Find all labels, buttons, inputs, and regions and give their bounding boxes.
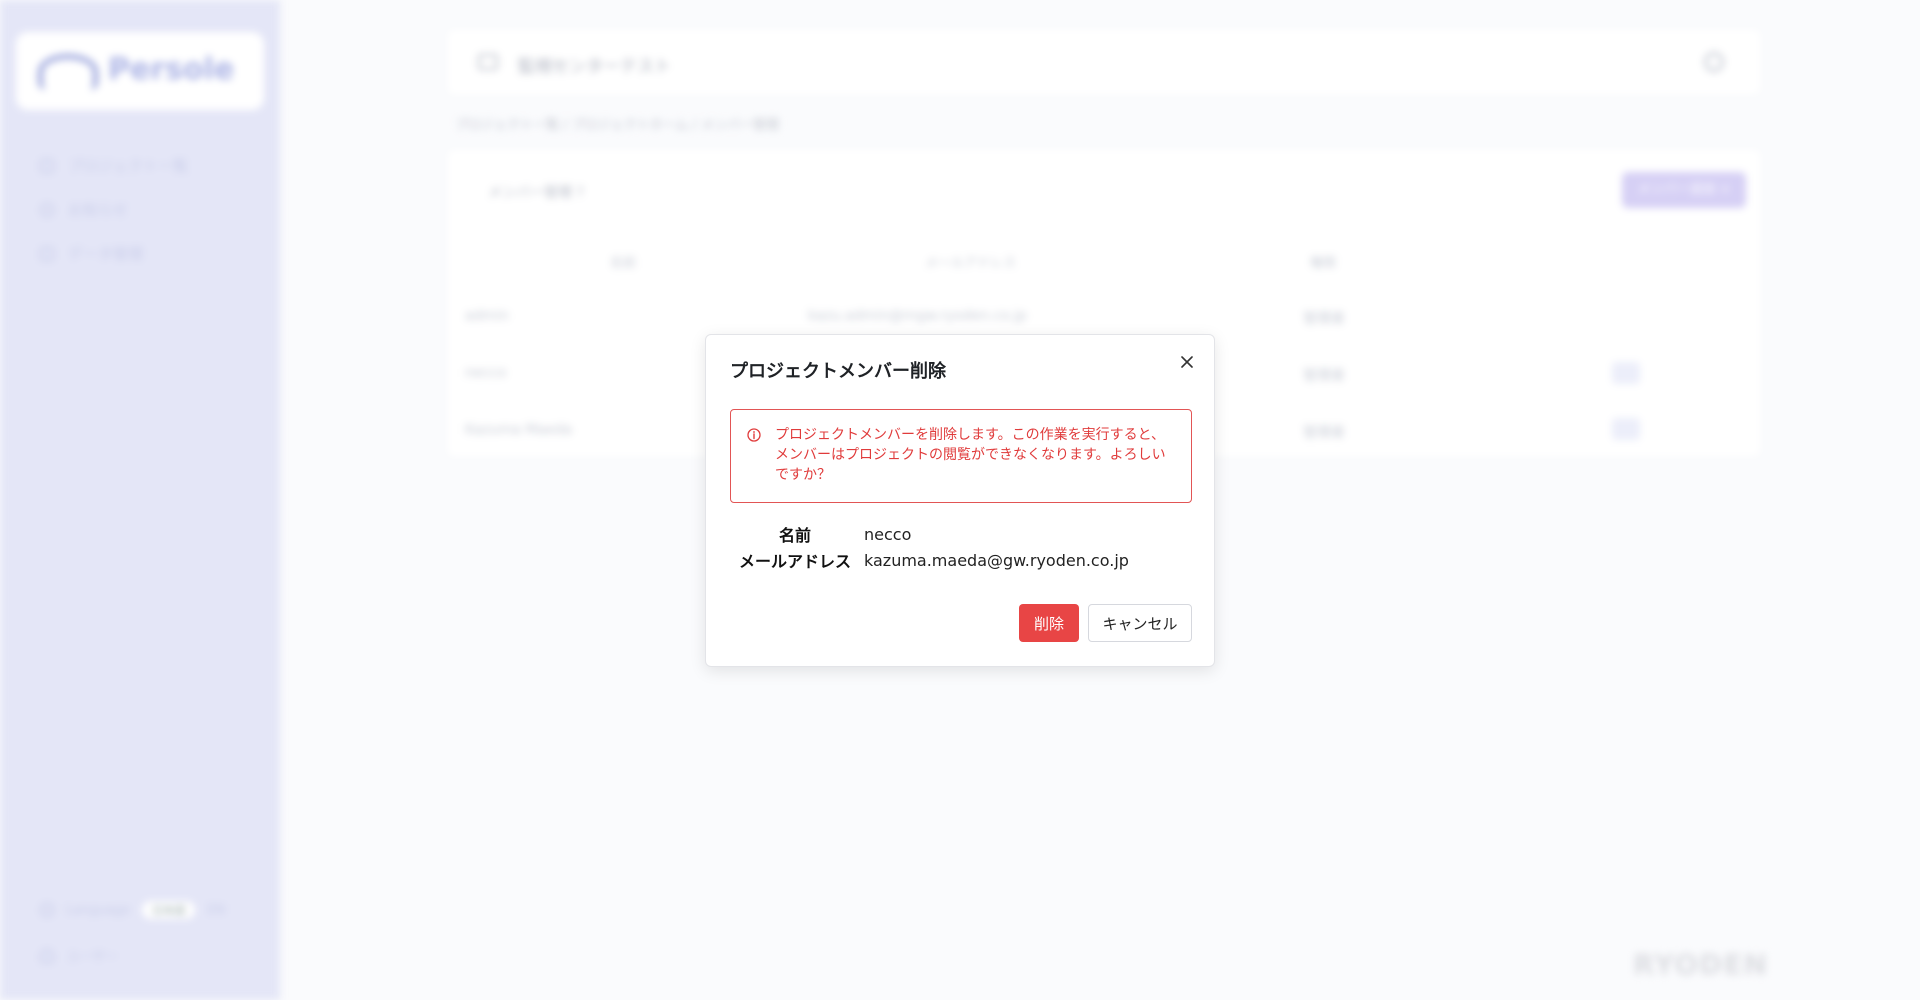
brand-logo: Persole — [16, 32, 264, 110]
column-header-email: メールアドレス — [925, 256, 1017, 271]
table-row-email: kazu.admin@mgw.ryoden.co.jp — [808, 308, 1027, 324]
user-icon — [40, 948, 54, 963]
database-icon — [40, 246, 54, 261]
table-row-name: admin — [465, 308, 509, 324]
table-row-role: 管理者 — [1303, 425, 1345, 441]
name-label: 名前 — [778, 526, 811, 545]
table-row-role: 管理者 — [1303, 368, 1345, 384]
warning-message: プロジェクトメンバーを削除します。この作業を実行すると、メンバーはプロジェクトの… — [775, 427, 1166, 483]
sidebar-item-news[interactable]: お知らせ — [40, 199, 128, 220]
info-row-name: 名前 necco — [730, 521, 1192, 547]
email-label: メールアドレス — [738, 552, 851, 571]
brand-eye-icon — [38, 54, 98, 90]
project-header: 監視センターテスト — [448, 30, 1760, 94]
breadcrumb[interactable]: プロジェクト一覧 / プロジェクトホーム / メンバー管理 — [455, 114, 779, 133]
name-value: necco — [864, 524, 912, 544]
column-header-role: 権限 — [1310, 256, 1337, 271]
dialog-title: プロジェクトメンバー削除 — [730, 361, 946, 382]
sidebar-item-data[interactable]: データ管理 — [40, 243, 143, 264]
sidebar-item-projects[interactable]: プロジェクト一覧 — [40, 155, 188, 176]
table-row-role: 管理者 — [1303, 311, 1345, 327]
delete-row-icon[interactable] — [1612, 418, 1640, 440]
sidebar-item-label: プロジェクト一覧 — [68, 157, 189, 175]
warning-alert: プロジェクトメンバーを削除します。この作業を実行すると、メンバーはプロジェクトの… — [730, 409, 1192, 503]
table-row-name: necco — [465, 365, 507, 381]
info-row-email: メールアドレス kazuma.maeda@gw.ryoden.co.jp — [730, 547, 1192, 573]
language-label: Language — [66, 902, 131, 918]
section-title: メンバー管理 ? — [488, 185, 584, 201]
language-switch[interactable]: Language 日本語 EN — [40, 901, 225, 919]
project-title: 監視センターテスト — [518, 57, 671, 77]
add-member-button[interactable]: メンバー追加 + — [1622, 172, 1746, 208]
table-row-name: Kazuma Maeda — [465, 422, 573, 438]
list-icon — [40, 158, 54, 173]
column-header-name: 名前 — [610, 256, 637, 271]
cancel-button[interactable]: キャンセル — [1088, 604, 1192, 642]
email-value: kazuma.maeda@gw.ryoden.co.jp — [864, 550, 1129, 570]
language-current[interactable]: 日本語 — [142, 901, 196, 919]
member-info: 名前 necco メールアドレス kazuma.maeda@gw.ryoden.… — [730, 521, 1192, 573]
brand-name: Persole — [108, 52, 235, 87]
user-label: ユーザー — [66, 950, 118, 965]
sidebar: Persole プロジェクト一覧 お知らせ データ管理 Language 日本語… — [0, 0, 280, 1000]
gear-icon[interactable] — [1704, 52, 1724, 72]
delete-row-icon[interactable] — [1612, 362, 1640, 384]
sidebar-item-label: お知らせ — [68, 201, 128, 219]
sidebar-item-label: データ管理 — [68, 245, 144, 263]
delete-member-dialog: プロジェクトメンバー削除 プロジェクトメンバーを削除します。この作業を実行すると… — [705, 334, 1215, 667]
folder-icon — [478, 54, 498, 70]
user-menu[interactable]: ユーザー — [40, 946, 118, 965]
bell-icon — [40, 202, 54, 217]
globe-icon — [40, 903, 54, 917]
language-alt[interactable]: EN — [207, 903, 225, 918]
footer-logo: RYODEN — [1633, 948, 1768, 981]
delete-button[interactable]: 削除 — [1019, 604, 1079, 642]
close-icon[interactable] — [1176, 351, 1198, 373]
info-circle-icon — [747, 428, 761, 442]
